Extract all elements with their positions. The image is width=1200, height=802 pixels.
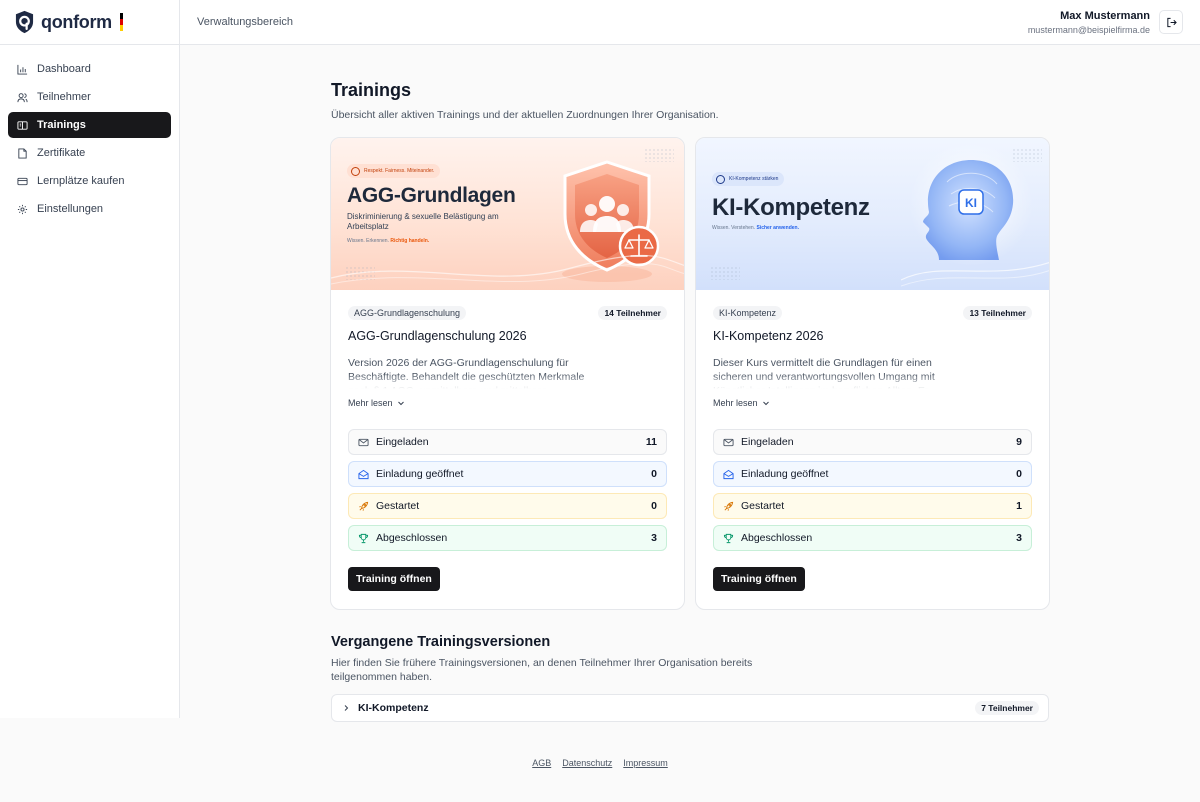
footer-link-impressum[interactable]: Impressum [623,758,668,768]
mail-icon [358,438,369,446]
sidebar-item-teilnehmer[interactable]: Teilnehmer [8,84,171,110]
header-title: Verwaltungsbereich [197,16,294,28]
read-more-toggle[interactable]: Mehr lesen [348,398,667,408]
banner-pill: Respekt. Fairness. Miteinander. [347,164,441,178]
open-training-button[interactable]: Training öffnen [713,567,805,591]
banner-title: KI-Kompetenz [712,194,870,221]
past-versions-title: Vergangene Trainingsversionen [331,634,551,650]
user-name: Max Mustermann [1060,10,1150,22]
training-description: Version 2026 der AGG-Grundlagenschulung … [348,357,585,389]
sidebar: qonform Dashboard Teilnehmer Trainings Z… [0,0,180,718]
category-badge: KI-Kompetenz [713,306,783,320]
page-title: Trainings [331,80,412,100]
stat-completed: Abgeschlossen 3 [713,525,1032,551]
brand-logo[interactable]: qonform [0,0,179,44]
mail-open-icon [358,469,369,479]
sidebar-nav: Dashboard Teilnehmer Trainings Zertifika… [8,56,171,224]
page-subtitle: Übersicht aller aktiven Trainings und de… [331,109,719,121]
training-card-body: AGG-Grundlagenschulung 14 Teilnehmer AGG… [348,306,667,591]
logout-icon [1166,17,1177,27]
training-card-body: KI-Kompetenz 13 Teilnehmer KI-Kompetenz … [713,306,1032,591]
training-stats: Eingeladen 11 Einladung geöffnet 0 Gestart… [348,429,667,551]
bar-chart-icon [17,64,28,75]
participants-badge: 7 Teilnehmer [975,701,1039,715]
sidebar-item-label: Teilnehmer [37,91,91,103]
footer: AGB Datenschutz Impressum [0,758,1200,768]
chevron-down-icon [762,401,769,406]
past-version-name: KI-Kompetenz [358,702,429,714]
stat-started: Gestartet 1 [713,493,1032,519]
banner-pill: KI-Kompetenz stärken [712,172,785,186]
sidebar-item-label: Einstellungen [37,203,104,215]
training-banner: KI-Kompetenz stärken KI-Kompetenz Wissen… [696,138,1049,290]
sidebar-item-dashboard[interactable]: Dashboard [8,56,171,82]
sidebar-item-zertifikate[interactable]: Zertifikate [8,140,171,166]
mail-icon [723,438,734,446]
trophy-icon [358,533,369,543]
training-card-agg: Respekt. Fairness. Miteinander. AGG-Grun… [330,137,685,610]
top-header: Verwaltungsbereich Max Mustermann muster… [180,0,1200,45]
past-versions-subtitle: Hier finden Sie frühere Trainingsversion… [331,657,753,683]
open-training-button[interactable]: Training öffnen [348,567,440,591]
rocket-icon [724,501,734,511]
banner-description: Diskriminierung & sexuelle Belästigung a… [347,212,499,231]
stat-invitation-opened: Einladung geöffnet 0 [713,461,1032,487]
training-card-ki: KI-Kompetenz stärken KI-Kompetenz Wissen… [695,137,1050,610]
user-info: Max Mustermann mustermann@beispielfirma.… [1028,10,1150,35]
file-icon [18,147,27,159]
sidebar-item-trainings[interactable]: Trainings [8,112,171,138]
stat-started: Gestartet 0 [348,493,667,519]
book-icon [17,120,28,130]
sidebar-item-label: Lernplätze kaufen [37,175,125,187]
shield-logo-icon [15,10,34,34]
rocket-icon [359,501,369,511]
sidebar-item-einstellungen[interactable]: Einstellungen [8,196,171,222]
stat-invitation-opened: Einladung geöffnet 0 [348,461,667,487]
participants-badge: 13 Teilnehmer [963,306,1032,320]
logout-button[interactable] [1159,10,1183,34]
credit-card-icon [17,177,28,185]
participants-badge: 14 Teilnehmer [598,306,667,320]
stat-invited: Eingeladen 11 [348,429,667,455]
sidebar-item-label: Dashboard [37,63,91,75]
training-title: AGG-Grundlagenschulung 2026 [348,329,527,343]
user-email: mustermann@beispielfirma.de [1027,25,1150,35]
stat-completed: Abgeschlossen 3 [348,525,667,551]
category-badge: AGG-Grundlagenschulung [348,306,467,320]
ki-badge: KI [965,196,977,210]
sidebar-item-lernplaetze[interactable]: Lernplätze kaufen [8,168,171,194]
mail-open-icon [723,469,734,479]
brand-name: qonform [41,11,112,32]
training-banner: Respekt. Fairness. Miteinander. AGG-Grun… [331,138,684,290]
training-title: KI-Kompetenz 2026 [713,329,824,343]
gear-icon [17,204,28,214]
footer-link-datenschutz[interactable]: Datenschutz [562,758,612,768]
ai-head-illustration: KI [901,142,1049,287]
training-stats: Eingeladen 9 Einladung geöffnet 0 Gestarte… [713,429,1032,551]
stat-invited: Eingeladen 9 [713,429,1032,455]
chevron-right-icon [344,705,349,711]
german-flag-icon [119,13,123,31]
sidebar-item-label: Trainings [37,119,86,131]
read-more-toggle[interactable]: Mehr lesen [713,398,1032,408]
training-description: Dieser Kurs vermittelt die Grundlagen fü… [713,357,935,389]
trophy-icon [723,533,734,543]
sidebar-item-label: Zertifikate [37,147,86,159]
banner-title: AGG-Grundlagen [347,184,516,207]
past-version-row[interactable]: KI-Kompetenz 7 Teilnehmer [331,694,1049,722]
banner-tagline: Wissen. Verstehen. Sicher anwenden. [712,225,799,231]
users-icon [17,92,28,102]
banner-wave-decoration [331,254,684,285]
chevron-down-icon [397,401,404,406]
footer-link-agb[interactable]: AGB [532,758,551,768]
